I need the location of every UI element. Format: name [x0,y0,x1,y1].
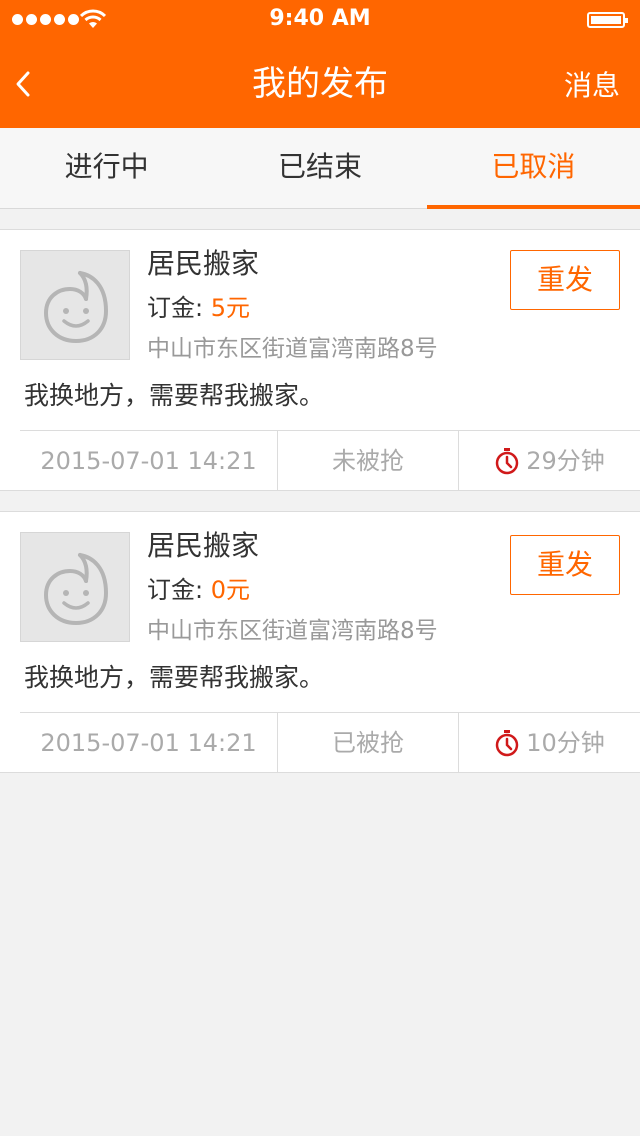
avatar [20,532,130,642]
timer-value: 29分钟 [526,446,605,475]
address: 中山市东区街道富湾南路8号 [147,336,438,362]
order-description: 我换地方，需要帮我搬家。 [24,381,325,410]
status-time: 9:40 AM [269,6,371,31]
order-footer: 2015-07-01 14:21 未被抢 29分钟 [20,430,640,491]
tab-cancelled[interactable]: 已取消 [426,128,640,209]
page-title: 我的发布 [252,64,388,104]
service-name: 居民搬家 [147,247,260,280]
deposit-label: 订金: [147,576,211,604]
stopwatch-icon [495,729,519,756]
smiley-placeholder-icon [43,271,109,344]
navigation-bar: 9:40 AM 我的发布 消息 [0,0,640,128]
timer: 29分钟 [459,431,640,491]
service-name: 居民搬家 [147,529,260,562]
address: 中山市东区街道富湾南路8号 [147,618,438,644]
deposit-amount: 5元 [210,294,250,322]
tab-in-progress[interactable]: 进行中 [0,128,213,208]
deposit: 订金: 5元 [147,290,250,326]
order-footer: 2015-07-01 14:21 已被抢 10分钟 [20,712,640,773]
tab-ended[interactable]: 已结束 [213,128,426,208]
messages-button[interactable]: 消息 [564,66,620,106]
order-card[interactable]: 居民搬家 订金: 5元 中山市东区街道富湾南路8号 重发 我换地方，需要帮我搬家… [0,229,640,491]
order-datetime: 2015-07-01 14:21 [20,712,278,773]
repost-button[interactable]: 重发 [510,535,620,595]
tab-bar: 进行中 已结束 已取消 [0,128,640,209]
deposit-label: 订金: [147,294,211,322]
order-datetime: 2015-07-01 14:21 [20,430,278,491]
deposit-amount: 0元 [210,576,250,604]
grab-status: 已被抢 [278,712,459,773]
order-description: 我换地方，需要帮我搬家。 [24,663,325,692]
grab-status: 未被抢 [278,430,459,491]
repost-button[interactable]: 重发 [510,250,620,310]
avatar [20,250,130,360]
status-bar: 9:40 AM [0,0,640,40]
timer: 10分钟 [459,713,640,773]
stopwatch-icon [495,447,519,474]
deposit: 订金: 0元 [147,572,250,608]
battery-icon [587,12,628,28]
smiley-placeholder-icon [43,553,109,626]
timer-value: 10分钟 [526,728,605,757]
order-card[interactable]: 居民搬家 订金: 0元 中山市东区街道富湾南路8号 重发 我换地方，需要帮我搬家… [0,511,640,773]
